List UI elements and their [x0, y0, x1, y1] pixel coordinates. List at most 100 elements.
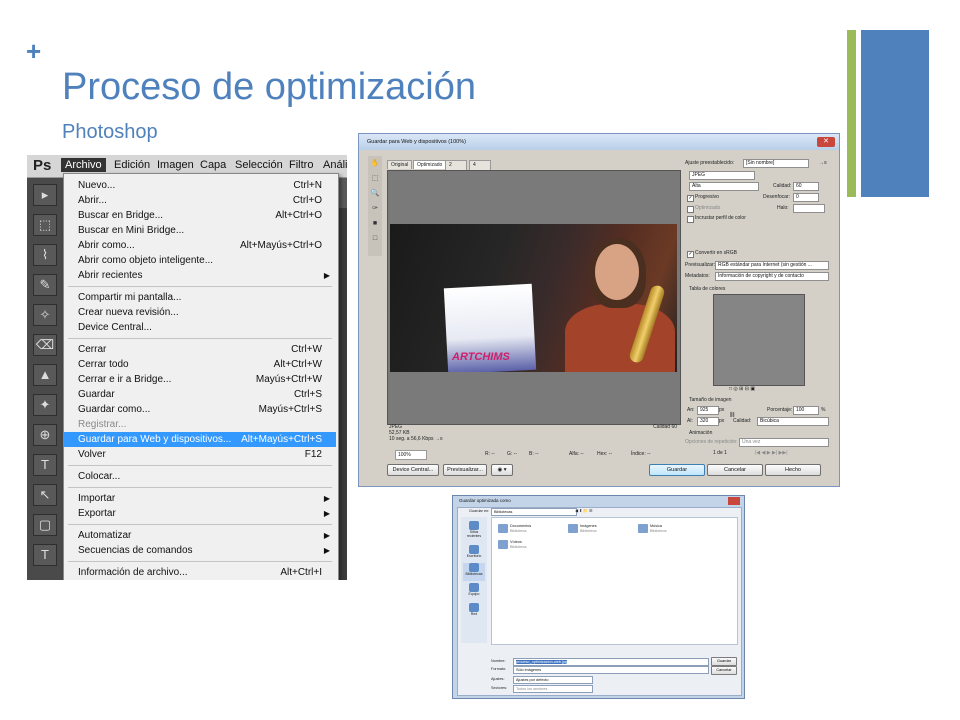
sectores-select[interactable]: Todos los sectores — [513, 685, 593, 693]
ps-tool-icon[interactable]: ▢ — [33, 514, 57, 536]
menu-item[interactable]: Automatizar ▶ — [64, 528, 336, 543]
color-table-tool-icons[interactable]: □ ◎ ⊞ ⊟ ▣ — [729, 386, 755, 393]
close-icon[interactable]: ✕ — [817, 137, 835, 147]
menu-item[interactable]: Volver F12 — [64, 447, 336, 462]
menu-item[interactable]: Nuevo... Ctrl+N — [64, 178, 336, 193]
metadatos-select[interactable]: Información de copyright y de contacto — [715, 272, 829, 281]
tab-original[interactable]: Original — [387, 160, 413, 169]
menu-capa[interactable]: Capa — [200, 159, 226, 171]
menu-item[interactable]: Secuencias de comandos ▶ — [64, 543, 336, 558]
menu-item[interactable]: Cerrar Ctrl+W — [64, 342, 336, 357]
menu-item[interactable]: Cerrar e ir a Bridge... Mayús+Ctrl+W — [64, 372, 336, 387]
ps-tool-icon[interactable]: ✎ — [33, 274, 57, 296]
progresivo-checkbox[interactable]: ✓ — [687, 195, 694, 202]
menu-item[interactable]: Device Central... — [64, 320, 336, 335]
library-musica[interactable]: Música Biblioteca — [638, 524, 666, 534]
zoom-select[interactable]: 100% — [395, 450, 427, 460]
sfw-tool-icon[interactable]: ✋ — [370, 159, 380, 168]
sfw-tool-icon[interactable]: ⬚ — [370, 174, 380, 183]
convertir-checkbox[interactable]: ✓ — [687, 251, 694, 258]
color-table[interactable] — [713, 294, 805, 386]
cancelar-button[interactable]: Cancelar — [711, 666, 737, 675]
sfw-tool-icon[interactable]: ✑ — [370, 204, 380, 213]
cancelar-button[interactable]: Cancelar — [707, 464, 763, 476]
nav-toolbar-icons[interactable]: ◀ ⬆ 📁 ☰ — [575, 508, 592, 514]
device-central-button[interactable]: Device Central... — [387, 464, 439, 476]
hecho-button[interactable]: Hecho — [765, 464, 821, 476]
library-documentos[interactable]: Documentos Biblioteca — [498, 524, 531, 534]
quality-preset-select[interactable]: Alta — [689, 182, 759, 191]
menu-item-shortcut: Ctrl+N — [293, 180, 322, 191]
ps-tool-icon[interactable]: ⌫ — [33, 334, 57, 356]
library-imagenes[interactable]: Imágenes Biblioteca — [568, 524, 597, 534]
sfw-tool-icon[interactable]: □ — [370, 234, 380, 243]
preset-select[interactable]: [Sin nombre] — [743, 159, 809, 168]
previsualizar-button[interactable]: Previsualizar... — [443, 464, 487, 476]
menu-item[interactable]: Exportar ▶ — [64, 506, 336, 521]
menu-item[interactable]: Guardar para Web y dispositivos... Alt+Ma… — [64, 432, 336, 447]
menu-item[interactable]: Abrir recientes ▶ — [64, 268, 336, 283]
ps-tool-icon[interactable]: ✧ — [33, 304, 57, 326]
incrustar-checkbox[interactable] — [687, 216, 694, 223]
animation-controls[interactable]: |◀ ◀ ▶ ▶| ▶▶| — [755, 450, 788, 457]
ps-tool-icon[interactable]: T — [33, 544, 57, 566]
place-bibliotecas[interactable]: Bibliotecas — [463, 563, 485, 581]
calidad-field[interactable]: 60 — [793, 182, 819, 191]
al-field[interactable]: 320 — [697, 417, 719, 426]
place-red[interactable]: Red — [463, 603, 485, 621]
place-equipo[interactable]: Equipo — [463, 583, 485, 601]
menu-item[interactable]: Guardar Ctrl+S — [64, 387, 336, 402]
place-sitios-recientes[interactable]: Sitios recientes — [463, 521, 485, 539]
ajustes-select[interactable]: Ajustes por defecto — [513, 676, 593, 684]
library-videos[interactable]: Vídeos Biblioteca — [498, 540, 526, 550]
menu-item[interactable]: Abrir como objeto inteligente... — [64, 253, 336, 268]
repeticion-select[interactable]: Una vez — [739, 438, 829, 447]
close-icon[interactable] — [728, 497, 740, 505]
menu-item[interactable]: Cerrar todo Alt+Ctrl+W — [64, 357, 336, 372]
menu-analisis[interactable]: Anális — [323, 159, 347, 171]
guardar-button[interactable]: Guardar — [711, 657, 737, 666]
menu-item-label: Buscar en Bridge... — [78, 210, 164, 221]
formato-select[interactable]: Sólo imágenes — [513, 666, 709, 674]
ps-tool-icon[interactable]: ↖ — [33, 484, 57, 506]
menu-item[interactable]: Importar ▶ — [64, 491, 336, 506]
ps-tool-icon[interactable]: ⬚ — [33, 214, 57, 236]
format-select[interactable]: JPEG — [689, 171, 755, 180]
ps-tool-icon[interactable]: ⌇ — [33, 244, 57, 266]
menu-imagen[interactable]: Imagen — [157, 159, 194, 171]
menu-item[interactable]: Compartir mi pantalla... — [64, 290, 336, 305]
nombre-field[interactable]: proceso_optimizacion-web.jpg — [513, 658, 709, 666]
ps-tool-icon[interactable]: T — [33, 454, 57, 476]
ps-tool-icon[interactable]: ✦ — [33, 394, 57, 416]
ps-tool-icon[interactable]: ▲ — [33, 364, 57, 386]
menu-item[interactable]: Abrir como... Alt+Mayús+Ctrl+O — [64, 238, 336, 253]
an-field[interactable]: 925 — [697, 406, 719, 415]
desenfocar-field[interactable]: 0 — [793, 193, 819, 202]
calidad2-select[interactable]: Bicúbica — [757, 417, 829, 426]
ps-tool-icon[interactable]: ▸ — [33, 184, 57, 206]
sfw-tool-icon[interactable]: ■ — [370, 219, 380, 228]
menu-archivo[interactable]: Archivo — [61, 158, 106, 172]
menu-item[interactable]: Crear nueva revisión... — [64, 305, 336, 320]
optimizado-checkbox[interactable] — [687, 206, 694, 213]
menu-item[interactable]: Buscar en Bridge... Alt+Ctrl+O — [64, 208, 336, 223]
guardar-button[interactable]: Guardar — [649, 464, 705, 476]
sfw-tool-icon[interactable]: 🔍 — [370, 189, 380, 198]
previsualizar-select[interactable]: RGB estándar para Internet (sin gestión … — [715, 261, 829, 270]
menu-item[interactable]: Guardar como... Mayús+Ctrl+S — [64, 402, 336, 417]
tab-optimizado[interactable]: Optimizado — [413, 160, 447, 169]
ps-tool-icon[interactable]: ⊕ — [33, 424, 57, 446]
menu-item[interactable]: Abrir... Ctrl+O — [64, 193, 336, 208]
preset-menu-icon[interactable]: →≡ — [819, 160, 827, 167]
menu-filtro[interactable]: Filtro — [289, 159, 313, 171]
menu-edicion[interactable]: Edición — [114, 159, 150, 171]
menu-item[interactable]: Buscar en Mini Bridge... — [64, 223, 336, 238]
menu-seleccion[interactable]: Selección — [235, 159, 283, 171]
place-escritorio[interactable]: Escritorio — [463, 545, 485, 563]
menu-item[interactable]: Colocar... — [64, 469, 336, 484]
porcentaje-field[interactable]: 100 — [793, 406, 819, 415]
guardar-en-select[interactable]: Bibliotecas — [491, 508, 577, 516]
browser-select-button[interactable]: ◉ ▾ — [491, 464, 513, 476]
halo-field[interactable] — [793, 204, 825, 213]
menu-item[interactable]: Información de archivo... Alt+Ctrl+I — [64, 565, 336, 580]
